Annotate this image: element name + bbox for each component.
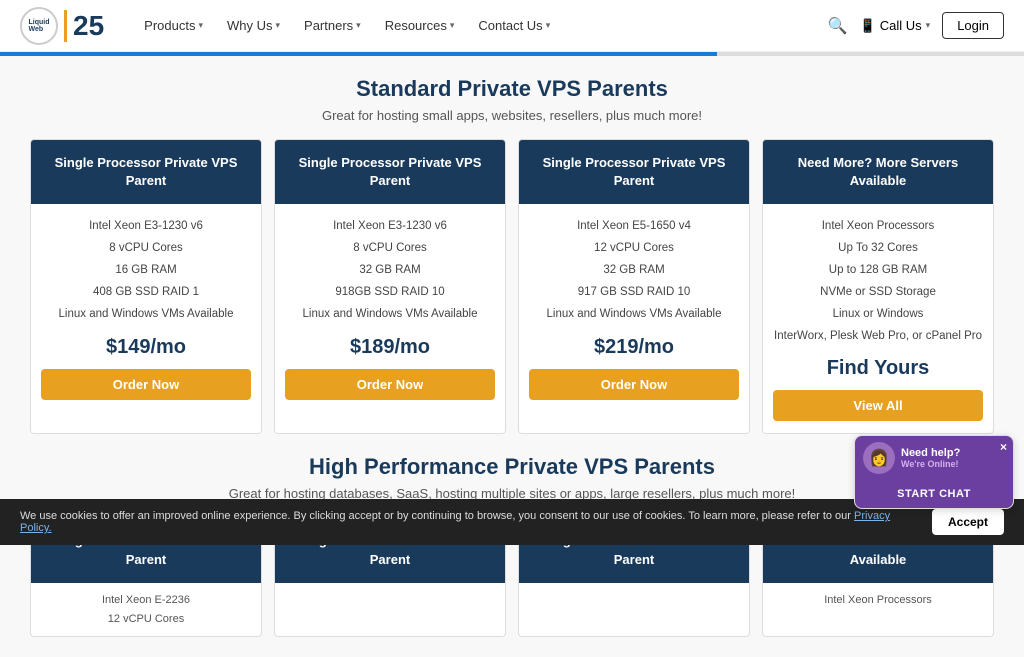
high-perf-card-3-body (519, 583, 749, 599)
logo-icon: LiquidWeb (20, 7, 58, 45)
standard-card-1-specs: Intel Xeon E3-1230 v68 vCPU Cores16 GB R… (59, 216, 234, 325)
close-icon[interactable]: × (1000, 440, 1007, 454)
nav-products[interactable]: Products ▾ (134, 12, 213, 39)
logo[interactable]: LiquidWeb 25 (20, 7, 104, 45)
standard-card-4-body: Intel Xeon ProcessorsUp To 32 CoresUp to… (763, 204, 993, 433)
chat-info: Need help? We're Online! (901, 447, 960, 469)
high-perf-card-2-body (275, 583, 505, 599)
standard-card-1-order-button[interactable]: Order Now (41, 369, 251, 400)
chat-avatar: 👩 (863, 442, 895, 474)
nav-links: Products ▾ Why Us ▾ Partners ▾ Resources… (134, 12, 827, 39)
search-icon[interactable]: 🔍 (828, 16, 848, 36)
standard-card-2-price: $189/mo (350, 336, 430, 359)
standard-card-4-header: Need More? More Servers Available (763, 140, 993, 204)
nav-resources[interactable]: Resources ▾ (375, 12, 465, 39)
standard-card-3-order-button[interactable]: Order Now (529, 369, 739, 400)
standard-card-1-price: $149/mo (106, 336, 186, 359)
standard-section-subtitle: Great for hosting small apps, websites, … (30, 108, 994, 123)
call-us-button[interactable]: 📱 Call Us ▾ (860, 18, 931, 34)
chevron-down-icon: ▾ (926, 20, 931, 31)
main-content: Standard Private VPS Parents Great for h… (0, 56, 1024, 657)
high-perf-section: High Performance Private VPS Parents Gre… (30, 454, 994, 637)
standard-section: Standard Private VPS Parents Great for h… (30, 76, 994, 434)
start-chat-button[interactable]: START CHAT (855, 480, 1013, 508)
nav-why-us[interactable]: Why Us ▾ (217, 12, 290, 39)
nav-contact[interactable]: Contact Us ▾ (468, 12, 560, 39)
standard-card-2-header: Single Processor Private VPS Parent (275, 140, 505, 204)
login-button[interactable]: Login (942, 12, 1004, 39)
standard-card-2-body: Intel Xeon E3-1230 v68 vCPU Cores32 GB R… (275, 204, 505, 433)
chevron-down-icon: ▾ (450, 20, 455, 31)
high-perf-section-title: High Performance Private VPS Parents (30, 454, 994, 480)
logo-25: 25 (64, 10, 104, 42)
standard-card-1-body: Intel Xeon E3-1230 v68 vCPU Cores16 GB R… (31, 204, 261, 433)
standard-card-4-price: Find Yours (827, 357, 930, 380)
chat-status: We're Online! (901, 459, 960, 469)
chat-title: Need help? (901, 447, 960, 459)
navigation: LiquidWeb 25 Products ▾ Why Us ▾ Partner… (0, 0, 1024, 52)
nav-actions: 🔍 📱 Call Us ▾ Login (828, 12, 1004, 39)
standard-card-1: Single Processor Private VPS Parent Inte… (30, 139, 262, 434)
standard-card-4-specs: Intel Xeon ProcessorsUp To 32 CoresUp to… (774, 216, 982, 347)
chevron-down-icon: ▾ (198, 20, 203, 31)
chevron-down-icon: ▾ (546, 20, 551, 31)
standard-card-3-price: $219/mo (594, 336, 674, 359)
standard-card-3: Single Processor Private VPS Parent Inte… (518, 139, 750, 434)
standard-cards-grid: Single Processor Private VPS Parent Inte… (30, 139, 994, 434)
standard-card-1-header: Single Processor Private VPS Parent (31, 140, 261, 204)
chevron-down-icon: ▾ (356, 20, 361, 31)
phone-icon: 📱 (860, 18, 876, 34)
high-perf-card-1-body: Intel Xeon E-223612 vCPU Cores (31, 583, 261, 636)
nav-partners[interactable]: Partners ▾ (294, 12, 371, 39)
chevron-down-icon: ▾ (276, 20, 281, 31)
standard-section-title: Standard Private VPS Parents (30, 76, 994, 102)
standard-card-2-specs: Intel Xeon E3-1230 v68 vCPU Cores32 GB R… (303, 216, 478, 325)
standard-card-4: Need More? More Servers Available Intel … (762, 139, 994, 434)
cookie-text: We use cookies to offer an improved onli… (20, 510, 912, 534)
standard-card-2: Single Processor Private VPS Parent Inte… (274, 139, 506, 434)
chat-widget: 👩 Need help? We're Online! × START CHAT (854, 435, 1014, 509)
standard-card-3-body: Intel Xeon E5-1650 v412 vCPU Cores32 GB … (519, 204, 749, 433)
chat-header: 👩 Need help? We're Online! × (855, 436, 1013, 480)
high-perf-card-4-body: Intel Xeon Processors (763, 583, 993, 618)
standard-card-3-specs: Intel Xeon E5-1650 v412 vCPU Cores32 GB … (547, 216, 722, 325)
standard-card-3-header: Single Processor Private VPS Parent (519, 140, 749, 204)
standard-card-2-order-button[interactable]: Order Now (285, 369, 495, 400)
accept-cookie-button[interactable]: Accept (932, 509, 1004, 535)
standard-card-4-view-button[interactable]: View All (773, 390, 983, 421)
